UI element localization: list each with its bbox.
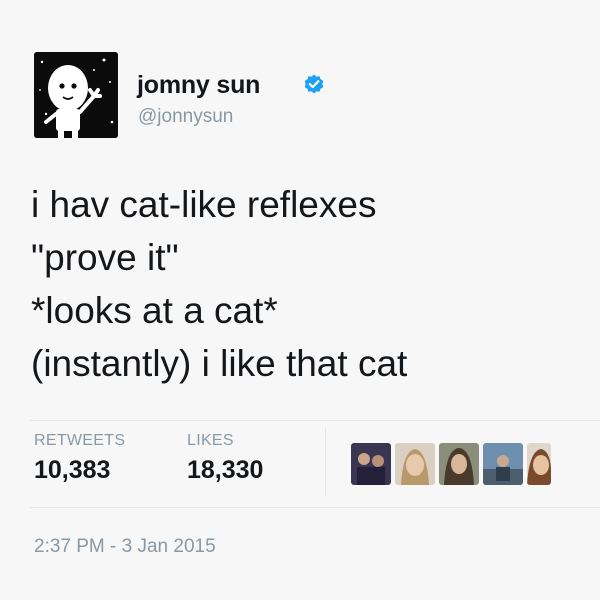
likes-count: 18,330 — [187, 456, 264, 484]
verified-badge-icon — [302, 73, 326, 97]
tweet-line: i hav cat-like reflexes — [31, 184, 377, 225]
retweets-stat[interactable]: RETWEETS 10,383 — [34, 432, 125, 485]
tweet-timestamp[interactable]: 2:37 PM - 3 Jan 2015 — [34, 536, 216, 558]
likes-label: LIKES — [187, 432, 234, 449]
divider — [30, 507, 600, 508]
retweets-label: RETWEETS — [34, 432, 126, 449]
liker-avatar[interactable] — [351, 443, 391, 485]
likes-stat[interactable]: LIKES 18,330 — [187, 432, 263, 485]
divider — [30, 420, 600, 421]
tweet-line: "prove it" — [31, 237, 179, 278]
retweets-count: 10,383 — [34, 456, 111, 484]
liker-avatar[interactable] — [527, 443, 551, 485]
tweet-text: i hav cat-like reflexes "prove it" *look… — [31, 178, 591, 390]
tweet-line: *looks at a cat* — [31, 290, 278, 331]
user-handle[interactable]: @jonnysun — [138, 106, 233, 128]
liker-avatar[interactable] — [395, 443, 435, 485]
liker-avatar[interactable] — [439, 443, 479, 485]
tweet-line: (instantly) i like that cat — [31, 343, 408, 384]
liker-avatar[interactable] — [483, 443, 523, 485]
alien-avatar-icon — [34, 52, 118, 138]
user-avatar[interactable] — [34, 52, 118, 138]
display-name[interactable]: jomny sun — [137, 71, 260, 100]
stats-divider — [325, 428, 326, 496]
